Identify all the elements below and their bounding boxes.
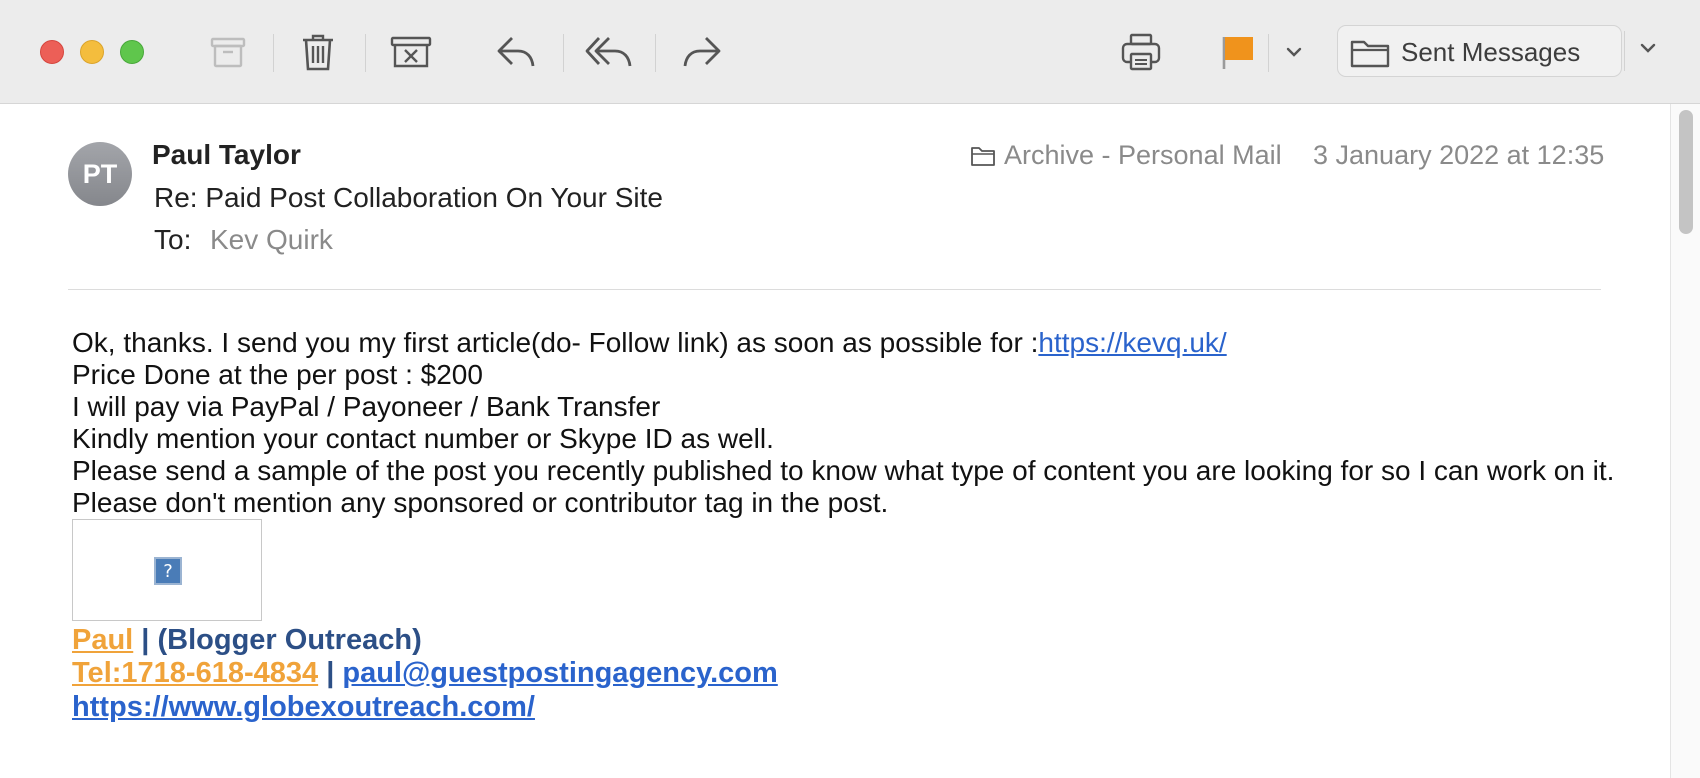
scrollbar-thumb[interactable]	[1679, 110, 1693, 234]
to-label: To:	[154, 224, 192, 255]
signature-separator: |	[318, 657, 343, 689]
vertical-scrollbar[interactable]	[1670, 104, 1700, 778]
delete-button[interactable]	[296, 28, 340, 76]
toolbar-separator	[1268, 34, 1269, 72]
flag-menu-button[interactable]	[1282, 28, 1306, 76]
archive-button[interactable]	[206, 28, 250, 76]
mailbox-menu-button[interactable]	[1640, 40, 1656, 58]
reply-all-icon	[585, 37, 632, 67]
missing-image-icon: ?	[154, 557, 182, 585]
header-divider	[68, 289, 1601, 290]
signature-separator: |	[133, 624, 158, 656]
body-line: Price Done at the per post : $200	[72, 359, 483, 390]
signature-name-link[interactable]: Paul	[72, 624, 133, 656]
trash-icon	[303, 34, 333, 71]
junk-button[interactable]	[388, 28, 434, 76]
signature-email-link[interactable]: paul@guestpostingagency.com	[342, 657, 777, 689]
body-text: Ok, thanks. I send you my first article(…	[72, 327, 1039, 358]
toolbar: Sent Messages	[0, 0, 1700, 104]
body-line: I will pay via PayPal / Payoneer / Bank …	[72, 391, 661, 422]
reply-all-button[interactable]	[583, 28, 635, 76]
message-body: Ok, thanks. I send you my first article(…	[72, 327, 1614, 519]
mailbox-label: Sent Messages	[1401, 37, 1581, 67]
junk-icon	[390, 36, 432, 68]
reply-icon	[497, 37, 535, 67]
signature-role: (Blogger Outreach)	[157, 624, 422, 656]
signature-line: Tel:1718-618-4834 | paul@guestpostingage…	[72, 657, 778, 690]
body-line: Please send a sample of the post you rec…	[72, 455, 1615, 486]
signature-website-link[interactable]: https://www.globexoutreach.com/	[72, 691, 535, 723]
toolbar-separator	[1624, 31, 1625, 71]
sender-name[interactable]: Paul Taylor	[152, 139, 301, 171]
reply-button[interactable]	[493, 28, 539, 76]
body-line: Ok, thanks. I send you my first article(…	[72, 327, 1614, 359]
window-close-button[interactable]	[40, 40, 64, 64]
toolbar-separator	[655, 34, 656, 72]
signature-line: https://www.globexoutreach.com/	[72, 691, 535, 724]
chevron-down-icon	[1286, 47, 1302, 57]
body-line: Kindly mention your contact number or Sk…	[72, 423, 774, 454]
kevq-link[interactable]: https://kevq.uk/	[1038, 327, 1226, 358]
move-to-mailbox-button[interactable]: Sent Messages	[1337, 25, 1622, 77]
flag-icon	[1222, 37, 1253, 69]
forward-button[interactable]	[679, 28, 725, 76]
missing-image-placeholder: ?	[72, 519, 262, 621]
body-line: Please don't mention any sponsored or co…	[72, 487, 889, 518]
signature-line: Paul | (Blogger Outreach)	[72, 624, 422, 657]
archive-icon	[210, 37, 246, 68]
recipient-name[interactable]: Kev Quirk	[210, 224, 333, 256]
window-zoom-button[interactable]	[120, 40, 144, 64]
print-icon	[1121, 33, 1161, 71]
folder-icon	[971, 146, 995, 166]
signature-phone-link[interactable]: Tel:1718-618-4834	[72, 657, 318, 689]
message-date: 3 January 2022 at 12:35	[1313, 140, 1605, 170]
chevron-down-icon	[1640, 43, 1656, 53]
flag-button[interactable]	[1218, 28, 1258, 76]
folder-icon	[1350, 40, 1390, 68]
message-subject: Re: Paid Post Collaboration On Your Site	[154, 182, 663, 213]
mailbox-name: Archive - Personal Mail	[1004, 140, 1282, 170]
toolbar-separator	[273, 34, 274, 72]
toolbar-separator	[563, 34, 564, 72]
toolbar-separator	[365, 34, 366, 72]
avatar: PT	[68, 142, 132, 206]
forward-icon	[683, 37, 721, 67]
message-mailbox: Archive - Personal Mail	[970, 140, 1282, 171]
print-button[interactable]	[1118, 28, 1164, 76]
window-minimize-button[interactable]	[80, 40, 104, 64]
